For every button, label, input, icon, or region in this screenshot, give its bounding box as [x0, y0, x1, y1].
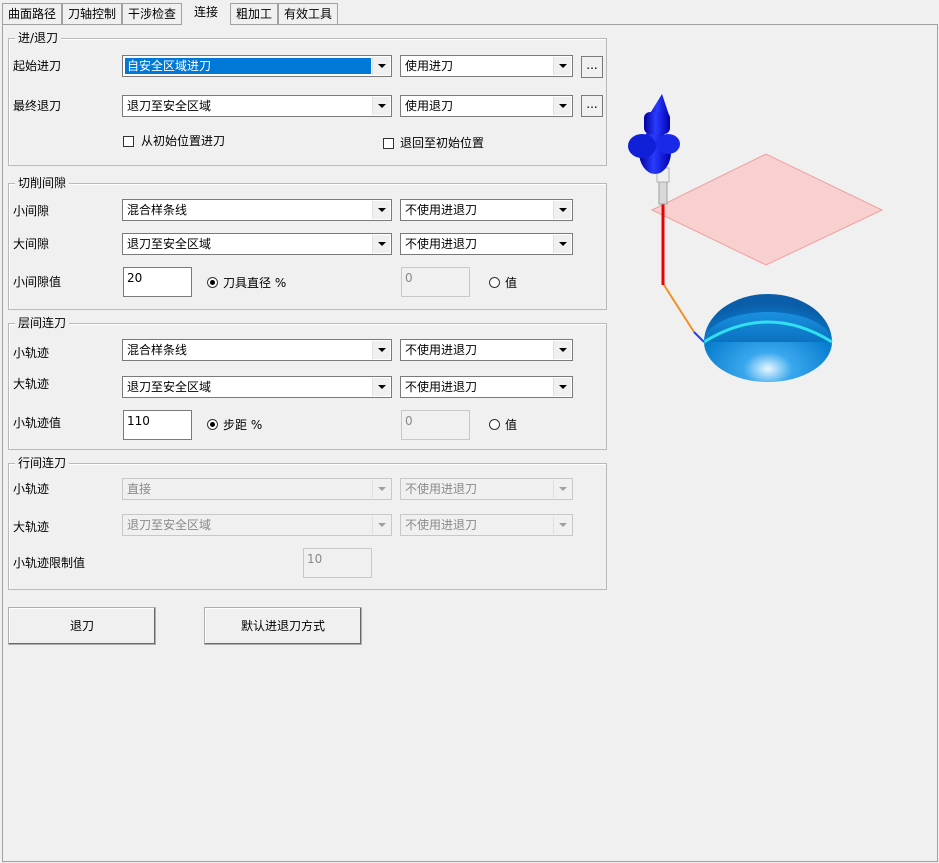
row-small-path-select[interactable]: 直接 [122, 478, 392, 500]
small-path-label: 小轨迹 [13, 346, 50, 360]
chevron-down-icon[interactable] [553, 378, 571, 396]
row-small-path-label: 小轨迹 [13, 482, 50, 496]
small-gap-label: 小间隙 [13, 204, 50, 218]
chevron-down-icon[interactable] [372, 97, 390, 115]
return-to-start-label: 退回至初始位置 [400, 136, 485, 150]
large-gap-value: 退刀至安全区域 [127, 237, 212, 251]
row-large-path-select[interactable]: 退刀至安全区域 [122, 514, 392, 536]
row-small-path-value: 直接 [127, 482, 152, 496]
cutter-tool-icon [628, 94, 680, 205]
chevron-down-icon[interactable] [372, 201, 390, 219]
small-path-value-label: 小轨迹值 [13, 416, 62, 430]
start-lead-value: 自安全区域进刀 [125, 58, 371, 74]
path-absolute-value-radio[interactable] [489, 419, 500, 430]
layer-small-path-value: 混合样条线 [127, 343, 188, 357]
row-large-path-label: 大轨迹 [13, 520, 50, 534]
chevron-down-icon[interactable] [553, 516, 571, 534]
end-retract-mode-value: 使用退刀 [405, 99, 454, 113]
chevron-down-icon[interactable] [372, 235, 390, 253]
small-path-limit-input[interactable]: 10 [303, 548, 372, 578]
group-title: 进/退刀 [15, 31, 62, 45]
safe-plane-shape [650, 153, 884, 266]
chevron-down-icon[interactable] [372, 341, 390, 359]
layer-large-path-value: 退刀至安全区域 [127, 380, 212, 394]
small-gap-mode-select[interactable]: 不使用进退刀 [400, 199, 573, 221]
large-gap-select[interactable]: 退刀至安全区域 [122, 233, 392, 255]
lead-from-start-checkbox[interactable] [123, 136, 134, 147]
chevron-down-icon[interactable] [553, 97, 571, 115]
row-small-path-mode-select[interactable]: 不使用进退刀 [400, 478, 573, 500]
group-title: 切削间隙 [15, 176, 70, 190]
large-path-label: 大轨迹 [13, 377, 50, 391]
lead-from-start-label: 从初始位置进刀 [141, 134, 226, 148]
link-orange-line [663, 284, 695, 333]
large-gap-label: 大间隙 [13, 237, 50, 251]
absolute-value-label: 值 [505, 276, 518, 290]
layer-large-path-select[interactable]: 退刀至安全区域 [122, 376, 392, 398]
tab-surface-path[interactable]: 曲面路径 [2, 3, 62, 24]
start-lead-more-button[interactable]: ... [581, 56, 603, 78]
large-gap-mode-select[interactable]: 不使用进退刀 [400, 233, 573, 255]
tab-roughing[interactable]: 粗加工 [230, 3, 278, 24]
row-large-path-mode-select[interactable]: 不使用进退刀 [400, 514, 573, 536]
layer-small-path-select[interactable]: 混合样条线 [122, 339, 392, 361]
chevron-down-icon[interactable] [553, 235, 571, 253]
row-large-path-mode-value: 不使用进退刀 [405, 518, 478, 532]
layer-small-path-mode-value: 不使用进退刀 [405, 343, 478, 357]
chevron-down-icon[interactable] [553, 341, 571, 359]
small-path-limit-label: 小轨迹限制值 [13, 556, 86, 570]
tab-bar: 曲面路径 刀轴控制 干涉检查 连接 粗加工 有效工具 [0, 0, 939, 25]
retract-button[interactable]: 退刀 [8, 607, 156, 645]
start-lead-label: 起始进刀 [13, 59, 62, 73]
return-to-start-checkbox[interactable] [383, 138, 394, 149]
chevron-down-icon[interactable] [372, 57, 390, 75]
tab-tool-axis[interactable]: 刀轴控制 [62, 3, 122, 24]
chevron-down-icon[interactable] [553, 57, 571, 75]
chevron-down-icon[interactable] [372, 378, 390, 396]
small-gap-mode-value: 不使用进退刀 [405, 203, 478, 217]
tab-links[interactable]: 连接 [182, 0, 230, 25]
end-retract-label: 最终退刀 [13, 99, 62, 113]
start-lead-select[interactable]: 自安全区域进刀 [122, 55, 392, 77]
row-small-path-mode-value: 不使用进退刀 [405, 482, 478, 496]
default-lead-button[interactable]: 默认进退刀方式 [204, 607, 362, 645]
tab-gouge-check[interactable]: 干涉检查 [122, 3, 182, 24]
group-title: 行间连刀 [15, 456, 70, 470]
end-retract-mode-select[interactable]: 使用退刀 [400, 95, 573, 117]
path-absolute-value-label: 值 [505, 418, 518, 432]
layer-small-path-mode-select[interactable]: 不使用进退刀 [400, 339, 573, 361]
chevron-down-icon[interactable] [372, 480, 390, 498]
chevron-down-icon[interactable] [372, 516, 390, 534]
large-gap-mode-value: 不使用进退刀 [405, 237, 478, 251]
end-retract-select[interactable]: 退刀至安全区域 [122, 95, 392, 117]
chevron-down-icon[interactable] [553, 201, 571, 219]
small-gap-value-label: 小间隙值 [13, 275, 62, 289]
stepover-percent-label: 步距 % [223, 418, 263, 432]
start-lead-mode-value: 使用进刀 [405, 59, 454, 73]
absolute-value-radio[interactable] [489, 277, 500, 288]
chevron-down-icon[interactable] [553, 480, 571, 498]
link-blue-line [693, 331, 705, 343]
small-path-value-input[interactable]: 110 [123, 410, 192, 440]
gap-absolute-value-input[interactable]: 0 [401, 267, 470, 297]
tool-diameter-percent-radio[interactable] [207, 277, 218, 288]
end-retract-value: 退刀至安全区域 [127, 99, 212, 113]
tab-valid-tools[interactable]: 有效工具 [278, 3, 338, 24]
stepover-percent-radio[interactable] [207, 419, 218, 430]
small-gap-select[interactable]: 混合样条线 [122, 199, 392, 221]
tool-diameter-percent-label: 刀具直径 % [223, 276, 287, 290]
link-preview-illustration [628, 94, 884, 382]
path-absolute-value-input[interactable]: 0 [401, 410, 470, 440]
small-gap-value-input[interactable]: 20 [123, 267, 192, 297]
small-gap-value: 混合样条线 [127, 203, 188, 217]
group-title: 层间连刀 [15, 316, 70, 330]
layer-large-path-mode-value: 不使用进退刀 [405, 380, 478, 394]
end-retract-more-button[interactable]: ... [581, 95, 603, 117]
start-lead-mode-select[interactable]: 使用进刀 [400, 55, 573, 77]
layer-large-path-mode-select[interactable]: 不使用进退刀 [400, 376, 573, 398]
row-large-path-value: 退刀至安全区域 [127, 518, 212, 532]
